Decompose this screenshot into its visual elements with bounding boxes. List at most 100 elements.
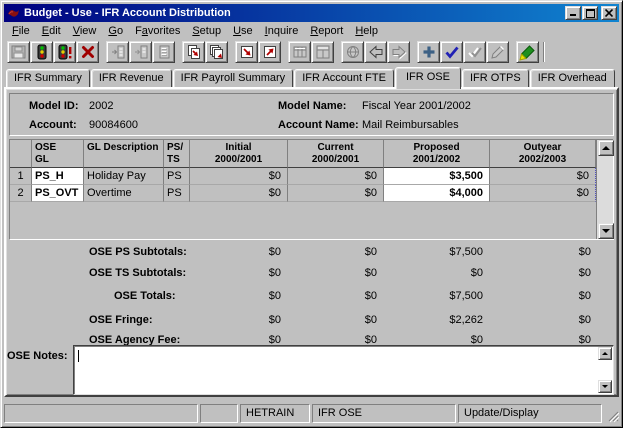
app-icon [6, 6, 21, 20]
proposed-cell[interactable]: $4,000 [384, 185, 490, 202]
menu-edit[interactable]: Edit [36, 24, 67, 38]
table-prev-button [288, 41, 311, 63]
box-arrow-icon [239, 44, 255, 60]
subtotal-row: OSE PS Subtotals:$0$0$7,500$0 [9, 242, 597, 262]
grid-column-header: GL Description [84, 140, 164, 168]
doc-arrow2-icon [133, 44, 149, 60]
app-window: Budget - Use - IFR Account Distribution … [0, 0, 623, 428]
subtotal-proposed-value: $2,262 [383, 310, 489, 330]
grid-column-header: OSE GL [32, 140, 84, 168]
copy-record-button[interactable] [182, 41, 205, 63]
gl-description-cell[interactable]: Holiday Pay [84, 168, 164, 185]
ose-gl-cell[interactable]: PS_H [32, 168, 84, 185]
run-alert-button[interactable] [53, 41, 76, 63]
status-panel-message [4, 404, 198, 423]
subtotal-outyear-value: $0 [489, 286, 597, 306]
tab-ifr-ose[interactable]: IFR OSE [395, 67, 461, 89]
tab-ifr-payroll-summary[interactable]: IFR Payroll Summary [173, 69, 294, 87]
scroll-down-button[interactable] [598, 223, 614, 239]
subtotal-current-value: $0 [287, 263, 383, 283]
notes-scroll-down-button[interactable] [598, 380, 612, 393]
status-panel-mode: Update/Display [458, 404, 602, 423]
tab-ifr-revenue[interactable]: IFR Revenue [91, 69, 172, 87]
menu-view[interactable]: View [67, 24, 103, 38]
ose-notes-input[interactable] [73, 345, 614, 395]
confirm-all-button [463, 41, 486, 63]
save-button [7, 41, 30, 63]
gl-description-cell[interactable]: Overtime [84, 185, 164, 202]
notes-scroll-up-button[interactable] [598, 347, 612, 360]
initial-cell[interactable]: $0 [190, 185, 288, 202]
proposed-cell[interactable]: $3,500 [384, 168, 490, 185]
table-icon [292, 44, 308, 60]
arrow-right-icon [391, 44, 407, 60]
menu-go[interactable]: Go [102, 24, 129, 38]
status-panel-extra [200, 404, 238, 423]
add-button[interactable] [417, 41, 440, 63]
subtotal-outyear-value: $0 [489, 242, 597, 262]
menu-inquire[interactable]: Inquire [259, 24, 305, 38]
minimize-button[interactable] [565, 6, 581, 20]
close-button[interactable] [601, 6, 617, 20]
tab-ifr-overhead[interactable]: IFR Overhead [530, 69, 615, 87]
drill-down-button[interactable] [235, 41, 258, 63]
account-name-value: Mail Reimbursables [362, 118, 459, 132]
arrow-up-icon [602, 146, 610, 150]
subtotal-proposed-value: $7,500 [383, 242, 489, 262]
account-value: 90084600 [89, 118, 138, 132]
grid-row[interactable]: 1PS_HHoliday PayPS$0$0$3,500$0 [10, 168, 596, 185]
record-list-button [152, 41, 175, 63]
doc-arrow-icon [110, 44, 126, 60]
menu-favorites[interactable]: Favorites [129, 24, 186, 38]
toolbar-separator [99, 41, 106, 63]
plus-icon [421, 44, 437, 60]
record-insert-button [106, 41, 129, 63]
resize-grip[interactable] [604, 404, 619, 423]
ps-ts-cell[interactable]: PS [164, 168, 190, 185]
grid-scrollbar[interactable] [596, 140, 613, 239]
ps-ts-cell[interactable]: PS [164, 185, 190, 202]
menu-file[interactable]: File [6, 24, 36, 38]
initial-cell[interactable]: $0 [190, 168, 288, 185]
subtotal-initial-value: $0 [269, 286, 281, 306]
menu-help[interactable]: Help [349, 24, 384, 38]
copy-all-button[interactable] [205, 41, 228, 63]
drill-up-button[interactable] [258, 41, 281, 63]
toolbar-separator [281, 41, 288, 63]
tab-ifr-summary[interactable]: IFR Summary [6, 69, 90, 87]
tab-strip: IFR SummaryIFR RevenueIFR Payroll Summar… [4, 65, 619, 87]
maximize-icon [586, 9, 595, 18]
grid-header-row: OSE GLGL DescriptionPS/ TSInitial 2000/2… [10, 140, 596, 168]
menu-setup[interactable]: Setup [186, 24, 227, 38]
menu-use[interactable]: Use [227, 24, 259, 38]
subtotal-outyear-value: $0 [489, 310, 597, 330]
highlight-button[interactable] [516, 41, 539, 63]
tab-ifr-account-fte[interactable]: IFR Account FTE [294, 69, 394, 87]
outyear-cell[interactable]: $0 [490, 168, 596, 185]
current-cell[interactable]: $0 [288, 185, 384, 202]
grid-column-header: Initial 2000/2001 [190, 140, 288, 168]
back-button[interactable] [364, 41, 387, 63]
edit-button [486, 41, 509, 63]
menu-report[interactable]: Report [304, 24, 349, 38]
scroll-up-button[interactable] [598, 140, 614, 156]
tab-ifr-otps[interactable]: IFR OTPS [462, 69, 529, 87]
pencil-icon [490, 44, 506, 60]
outyear-cell[interactable]: $0 [490, 185, 596, 202]
minimize-icon [569, 9, 577, 17]
ose-gl-cell[interactable]: PS_OVT [32, 185, 84, 202]
check-icon [444, 44, 460, 60]
current-cell[interactable]: $0 [288, 168, 384, 185]
run-button[interactable] [30, 41, 53, 63]
status-bar: HETRAINIFR OSEUpdate/Display [4, 402, 619, 423]
arrow-down-icon [602, 385, 608, 388]
grid-row[interactable]: 2PS_OVTOvertimePS$0$0$4,000$0 [10, 185, 596, 202]
maximize-button[interactable] [582, 6, 598, 20]
ose-notes-label: OSE Notes: [7, 350, 68, 362]
close-icon [605, 9, 613, 17]
grid-corner-cell [10, 140, 32, 168]
confirm-button[interactable] [440, 41, 463, 63]
title-bar[interactable]: Budget - Use - IFR Account Distribution [4, 4, 619, 22]
red-x-icon [80, 44, 96, 60]
delete-button[interactable] [76, 41, 99, 63]
